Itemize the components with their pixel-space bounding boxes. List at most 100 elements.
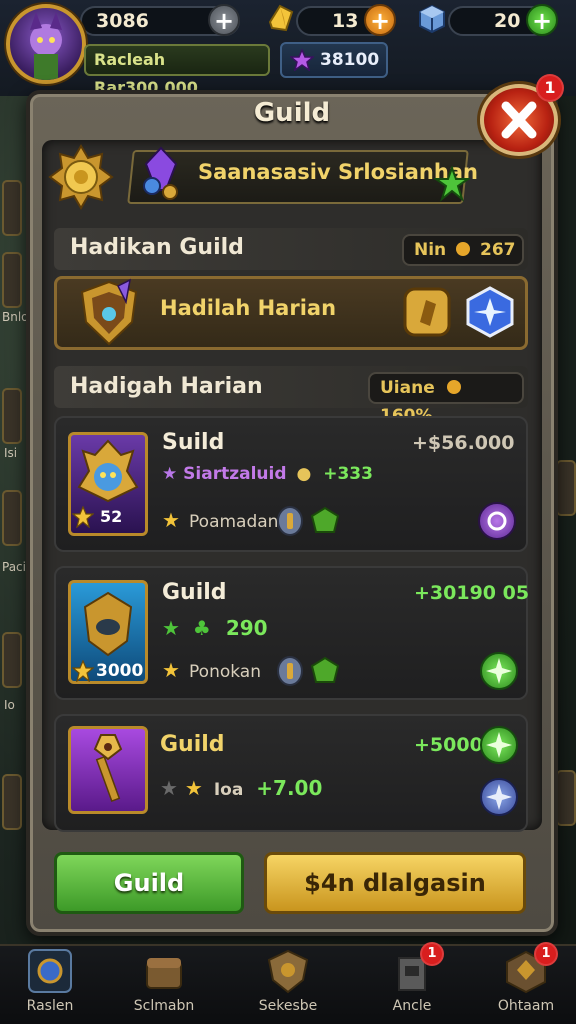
item-name: Suild bbox=[162, 430, 225, 455]
empty-star-icon: ★ bbox=[160, 776, 178, 800]
nav-item-ohtaam[interactable]: Ohtaam bbox=[476, 948, 576, 1022]
chip-value: 267 bbox=[480, 240, 516, 260]
star-icon bbox=[72, 506, 94, 528]
section-title: Hadigah Harian bbox=[70, 374, 263, 399]
guild-level-chip: Nin 267 bbox=[402, 234, 524, 266]
item-subline: ★ ★ Ioa +7.00 bbox=[160, 776, 322, 800]
guild-crystal-icon bbox=[143, 146, 178, 200]
bronze-token-icon bbox=[277, 506, 303, 536]
sparkle-icon bbox=[486, 732, 512, 758]
item-sub-value: +7.00 bbox=[256, 776, 323, 800]
nav-label: Sclmabn bbox=[133, 998, 195, 1014]
item-tag: Poamadan bbox=[189, 512, 279, 532]
side-tab[interactable] bbox=[556, 770, 576, 826]
item-value: +30190 05 bbox=[414, 582, 530, 604]
purple-star-icon bbox=[290, 49, 314, 71]
side-label: Isi bbox=[4, 446, 18, 460]
item-sub-label: Siartzaluid bbox=[183, 464, 287, 484]
bronze-token-icon bbox=[277, 656, 303, 686]
nav-badge: 1 bbox=[534, 942, 558, 966]
crystal-cube-icon bbox=[419, 4, 445, 34]
panel-title: Guild bbox=[253, 98, 331, 128]
item-name: Guild bbox=[162, 580, 227, 605]
info-button[interactable] bbox=[480, 778, 518, 816]
side-tab[interactable] bbox=[2, 180, 22, 236]
item-sub-value: 290 bbox=[225, 616, 268, 640]
item-portrait bbox=[68, 726, 148, 814]
side-label: Bnlo bbox=[2, 310, 29, 324]
item-sub-value: +333 bbox=[323, 464, 373, 484]
shield-crest-icon bbox=[80, 278, 138, 346]
daily-progress-chip: Uiane 160% bbox=[368, 372, 524, 426]
coin-icon bbox=[446, 380, 461, 394]
add-gems-button[interactable]: + bbox=[526, 4, 558, 36]
guild-button[interactable]: Guild bbox=[54, 852, 244, 914]
player-avatar[interactable] bbox=[6, 4, 86, 84]
nav-label: Ohtaam bbox=[497, 998, 555, 1014]
flame-icon: ● bbox=[296, 464, 312, 484]
item-level: 52 bbox=[100, 507, 123, 526]
item-tag-row: ★ Ponokan bbox=[162, 658, 261, 682]
claim-button[interactable] bbox=[480, 652, 518, 690]
chip-label: Nin bbox=[414, 240, 447, 260]
nav-badge: 1 bbox=[420, 942, 444, 966]
coin-icon bbox=[456, 242, 471, 256]
item-value: +5000 bbox=[414, 734, 483, 756]
hand-icon bbox=[487, 511, 507, 531]
item-subline: ★ ♣ 290 bbox=[162, 616, 268, 640]
item-value: +$56.000 bbox=[412, 432, 515, 454]
gold-icon bbox=[268, 4, 294, 32]
side-tab[interactable] bbox=[2, 774, 22, 830]
nav-item-ancle[interactable]: Ancle bbox=[362, 948, 462, 1022]
section-title: Hadikan Guild bbox=[70, 235, 244, 260]
star-icon: ★ bbox=[184, 776, 203, 800]
daily-reward-label: Hadilah Harian bbox=[160, 296, 337, 320]
sparkle-icon bbox=[486, 784, 512, 810]
gold-value: 13 bbox=[332, 10, 359, 32]
nav-item-sclmabn[interactable]: Sclmabn bbox=[114, 948, 214, 1022]
side-tab[interactable] bbox=[2, 632, 22, 688]
star-icon: ★ bbox=[162, 658, 180, 682]
golden-staff-icon bbox=[93, 734, 123, 803]
item-tag: Ioa bbox=[213, 780, 244, 800]
nav-label: Sekesbe bbox=[258, 998, 318, 1014]
blue-gem-button-icon[interactable] bbox=[464, 286, 516, 338]
star-icon: ★ bbox=[162, 508, 180, 532]
gold-badge-icon[interactable] bbox=[402, 286, 452, 338]
star-icon bbox=[72, 660, 94, 682]
sparkle-icon bbox=[486, 658, 512, 684]
player-gem-value: 38100 bbox=[320, 50, 380, 70]
chip-label: Uiane bbox=[380, 378, 435, 398]
close-badge: 1 bbox=[536, 74, 564, 102]
coins-value: 3086 bbox=[96, 10, 149, 32]
item-tag-row: ★ Poamadan bbox=[162, 508, 278, 532]
side-tab[interactable] bbox=[2, 252, 22, 308]
purple-star-icon: ★ bbox=[162, 464, 178, 484]
leaf-token-icon bbox=[310, 656, 340, 683]
leaf-icon: ♣ bbox=[192, 616, 211, 640]
green-star-icon: ★ bbox=[162, 616, 180, 640]
nav-item-sekesbe[interactable]: Sekesbe bbox=[238, 948, 338, 1022]
side-label: Paci bbox=[2, 560, 26, 574]
side-tab[interactable] bbox=[2, 490, 22, 546]
item-level: 3000 bbox=[96, 661, 144, 681]
item-tag: Ponokan bbox=[189, 662, 261, 682]
claim-button[interactable] bbox=[478, 502, 516, 540]
side-tab[interactable] bbox=[2, 388, 22, 444]
gems-value: 20 bbox=[494, 10, 521, 32]
side-label: Io bbox=[4, 698, 15, 712]
side-tab[interactable] bbox=[556, 460, 576, 516]
shield-icon bbox=[267, 949, 309, 994]
nav-item-raslen[interactable]: Raslen bbox=[0, 948, 100, 1022]
player-name-bar: Racleah Rar300,000 bbox=[84, 44, 270, 97]
add-coins-button[interactable]: + bbox=[208, 4, 240, 36]
claim-all-button[interactable]: $4n dlalgasin bbox=[264, 852, 526, 914]
add-gold-button[interactable]: + bbox=[364, 4, 396, 36]
nav-label: Ancle bbox=[392, 998, 432, 1014]
sun-emblem-icon bbox=[28, 949, 72, 993]
claim-button[interactable] bbox=[480, 726, 518, 764]
leaf-token-icon bbox=[310, 506, 340, 533]
item-subline: ★ Siartzaluid ● +333 bbox=[162, 464, 373, 484]
nav-label: Raslen bbox=[26, 998, 74, 1014]
hero-portrait-icon bbox=[30, 12, 62, 80]
